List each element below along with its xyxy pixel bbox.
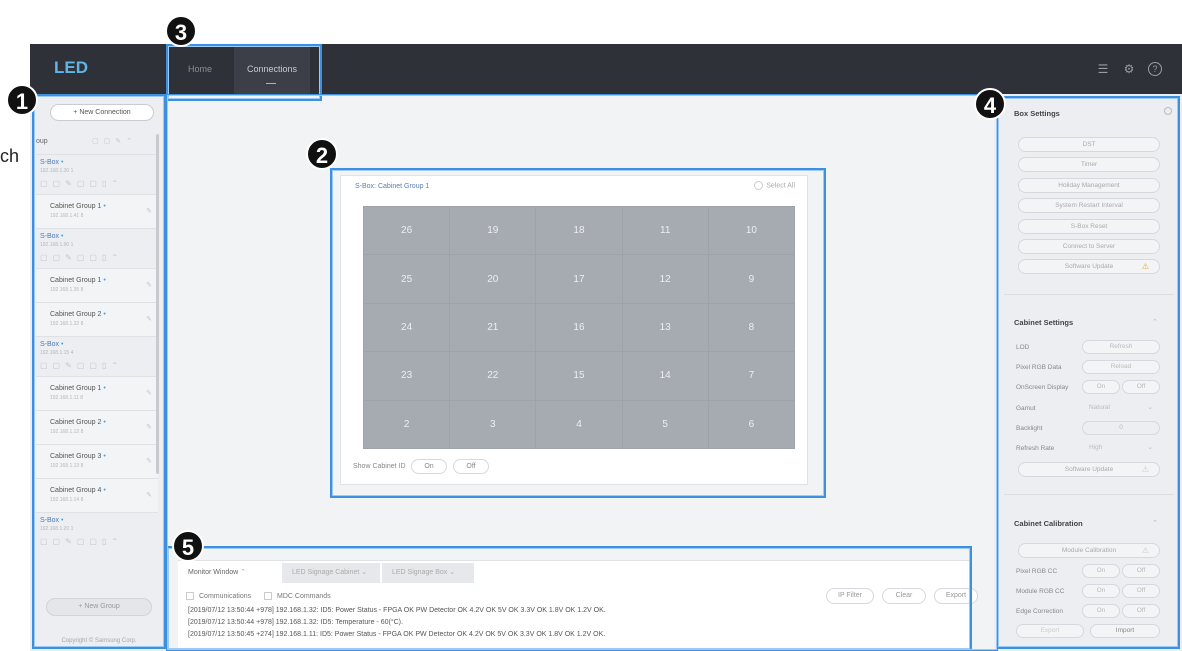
callout-badge-2: 2 xyxy=(306,138,338,170)
callout-frame-3 xyxy=(166,44,322,101)
callout-badge-3: 3 xyxy=(165,15,197,47)
app-logo: LED xyxy=(54,58,88,77)
cropped-text: ch xyxy=(0,146,20,166)
gear-icon[interactable]: ⚙ xyxy=(1122,62,1136,76)
callout-badge-1: 1 xyxy=(6,84,38,116)
help-icon[interactable]: ? xyxy=(1148,62,1162,76)
callout-frame-1 xyxy=(32,94,166,649)
callout-badge-5: 5 xyxy=(172,530,204,562)
callout-frame-4 xyxy=(996,96,1180,649)
page: ch LED Home Connections ☰ ⚙ ? + New Conn… xyxy=(0,0,1182,651)
callout-frame-main xyxy=(166,94,998,651)
sliders-icon[interactable]: ☰ xyxy=(1096,62,1110,76)
callout-badge-4: 4 xyxy=(974,88,1006,120)
